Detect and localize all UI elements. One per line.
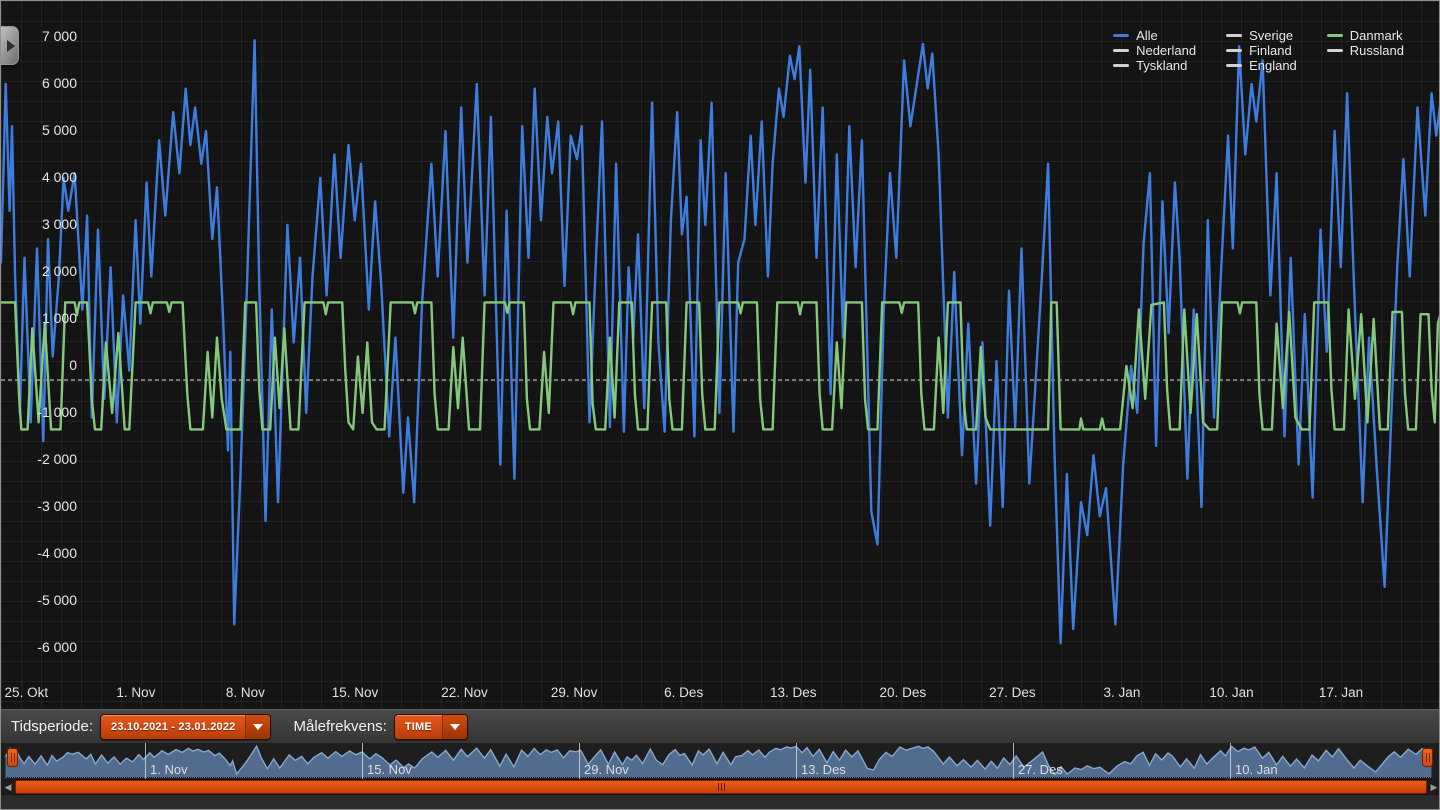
scroll-left-button[interactable]: ◀ bbox=[1, 779, 15, 795]
chart-section: 7 0006 0005 0004 0003 0002 0001 0000-1 0… bbox=[1, 1, 1440, 709]
legend-item-label: England bbox=[1249, 58, 1297, 73]
chevron-down-icon bbox=[245, 715, 270, 739]
navigator-tick-label: 1. Nov bbox=[150, 762, 188, 777]
legend-column: SverigeFinlandEngland bbox=[1226, 28, 1297, 72]
x-axis-label: 13. Des bbox=[745, 685, 841, 700]
grip-icon bbox=[718, 783, 719, 791]
y-axis-label: 4 000 bbox=[1, 170, 77, 184]
grip-icon bbox=[721, 783, 722, 791]
navigator-tick-label: 10. Jan bbox=[1235, 762, 1278, 777]
x-axis-label: 6. Des bbox=[636, 685, 732, 700]
period-label: Tidsperiode: bbox=[11, 718, 93, 735]
legend-marker bbox=[1226, 49, 1242, 52]
legend-marker bbox=[1113, 64, 1129, 67]
legend-item-label: Finland bbox=[1249, 43, 1292, 58]
x-axis-label: 25. Okt bbox=[0, 685, 74, 700]
y-axis-label: -6 000 bbox=[1, 640, 77, 654]
toolbar: Tidsperiode: 23.10.2021 - 23.01.2022 Mål… bbox=[1, 709, 1440, 743]
navigator-tick-line bbox=[579, 743, 580, 779]
legend-marker bbox=[1327, 49, 1343, 52]
y-axis-label: 5 000 bbox=[1, 123, 77, 137]
period-dropdown[interactable]: 23.10.2021 - 23.01.2022 bbox=[100, 714, 271, 740]
x-axis-label: 22. Nov bbox=[417, 685, 513, 700]
x-axis-label: 29. Nov bbox=[526, 685, 622, 700]
legend-item-tyskland[interactable]: Tyskland bbox=[1113, 58, 1196, 72]
y-axis-label: 2 000 bbox=[1, 264, 77, 278]
y-axis-label: 1 000 bbox=[1, 311, 77, 325]
chevron-down-icon bbox=[442, 715, 467, 739]
frequency-dropdown[interactable]: TIME bbox=[394, 714, 468, 740]
period-dropdown-value: 23.10.2021 - 23.01.2022 bbox=[101, 715, 245, 739]
navigator-tick-line bbox=[362, 743, 363, 779]
navigator-right-handle[interactable] bbox=[1422, 748, 1433, 767]
x-axis-label: 15. Nov bbox=[307, 685, 403, 700]
y-axis-label: -1 000 bbox=[1, 405, 77, 419]
navigator-tick-line bbox=[1230, 743, 1231, 779]
legend-item-label: Russland bbox=[1350, 43, 1404, 58]
chart-legend: AlleNederlandTyskland SverigeFinlandEngla… bbox=[1113, 28, 1404, 72]
navigator-tick-line bbox=[1013, 743, 1014, 779]
legend-marker bbox=[1226, 34, 1242, 37]
legend-item-alle[interactable]: Alle bbox=[1113, 28, 1196, 42]
power-exchange-dashboard: 7 0006 0005 0004 0003 0002 0001 0000-1 0… bbox=[0, 0, 1440, 810]
legend-item-label: Sverige bbox=[1249, 28, 1293, 43]
y-axis-label: 0 bbox=[1, 358, 77, 372]
legend-column: AlleNederlandTyskland bbox=[1113, 28, 1196, 72]
legend-item-danmark[interactable]: Danmark bbox=[1327, 28, 1404, 42]
x-axis-label: 10. Jan bbox=[1184, 685, 1280, 700]
x-axis-label: 27. Des bbox=[964, 685, 1060, 700]
navigator-tick-line bbox=[145, 743, 146, 779]
x-axis-label: 20. Des bbox=[855, 685, 951, 700]
legend-marker bbox=[1113, 49, 1129, 52]
navigator-area-chart[interactable] bbox=[1, 743, 1440, 779]
navigator-baseline bbox=[5, 777, 1431, 778]
y-axis-label: -4 000 bbox=[1, 546, 77, 560]
legend-item-finland[interactable]: Finland bbox=[1226, 43, 1297, 57]
y-axis-label: 6 000 bbox=[1, 76, 77, 90]
legend-item-russland[interactable]: Russland bbox=[1327, 43, 1404, 57]
legend-item-label: Tyskland bbox=[1136, 58, 1187, 73]
legend-item-label: Alle bbox=[1136, 28, 1158, 43]
legend-item-sverige[interactable]: Sverige bbox=[1226, 28, 1297, 42]
range-navigator[interactable]: 1. Nov 15. Nov 29. Nov 13. Des 27. Des 10. Ja… bbox=[1, 743, 1440, 779]
legend-item-nederland[interactable]: Nederland bbox=[1113, 43, 1196, 57]
frequency-label: Målefrekvens: bbox=[293, 718, 386, 735]
navigator-tick-line bbox=[796, 743, 797, 779]
x-axis-label: 1. Nov bbox=[88, 685, 184, 700]
grip-icon bbox=[724, 783, 725, 791]
legend-item-label: Nederland bbox=[1136, 43, 1196, 58]
panel-expand-button[interactable] bbox=[1, 26, 19, 65]
y-axis-label: 3 000 bbox=[1, 217, 77, 231]
legend-marker bbox=[1113, 34, 1129, 37]
horizontal-scrollbar[interactable]: ◀ ▶ bbox=[1, 779, 1440, 795]
x-axis-label: 3. Jan bbox=[1074, 685, 1170, 700]
frequency-dropdown-value: TIME bbox=[395, 715, 442, 739]
scroll-right-button[interactable]: ▶ bbox=[1427, 779, 1440, 795]
chevron-right-icon bbox=[7, 40, 15, 52]
legend-marker bbox=[1226, 64, 1242, 67]
legend-item-label: Danmark bbox=[1350, 28, 1403, 43]
x-axis-label: 17. Jan bbox=[1293, 685, 1389, 700]
y-axis-label: -2 000 bbox=[1, 452, 77, 466]
navigator-left-handle[interactable] bbox=[7, 748, 18, 767]
navigator-tick-label: 13. Des bbox=[801, 762, 846, 777]
scrollbar-thumb[interactable] bbox=[15, 780, 1427, 794]
navigator-tick-label: 27. Des bbox=[1018, 762, 1063, 777]
navigator-tick-label: 15. Nov bbox=[367, 762, 412, 777]
legend-marker bbox=[1327, 34, 1343, 37]
bottom-strip bbox=[1, 795, 1440, 810]
legend-item-england[interactable]: England bbox=[1226, 58, 1297, 72]
x-axis-label: 8. Nov bbox=[197, 685, 293, 700]
y-axis-label: -5 000 bbox=[1, 593, 77, 607]
navigator-tick-label: 29. Nov bbox=[584, 762, 629, 777]
y-axis-label: -3 000 bbox=[1, 499, 77, 513]
legend-column: DanmarkRussland bbox=[1327, 28, 1404, 57]
chart-plot-area[interactable] bbox=[1, 1, 1440, 679]
